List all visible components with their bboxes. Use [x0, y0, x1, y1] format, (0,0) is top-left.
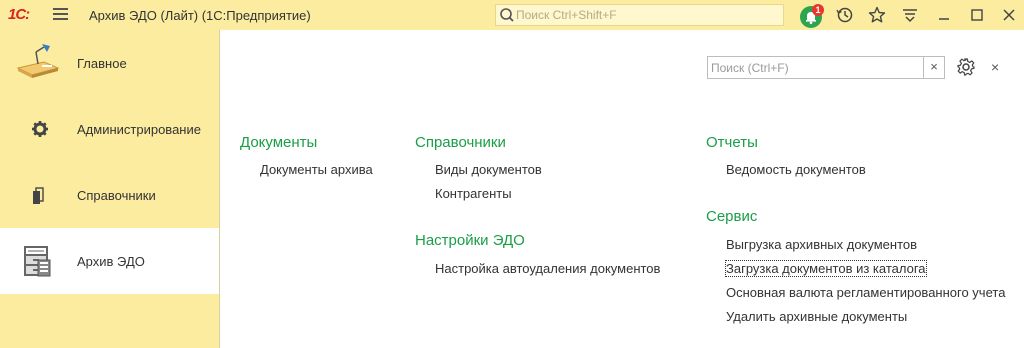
- link-delete-archive-documents[interactable]: Удалить архивные документы: [726, 309, 907, 324]
- section-search-input[interactable]: [711, 60, 923, 76]
- link-counterparties[interactable]: Контрагенты: [435, 186, 512, 201]
- app-logo: 1С:: [8, 6, 30, 23]
- settings-gear-icon[interactable]: [957, 58, 975, 76]
- link-export-archive-documents[interactable]: Выгрузка архивных документов: [726, 237, 917, 252]
- link-import-documents-from-folder[interactable]: Загрузка документов из каталога: [725, 260, 927, 277]
- history-icon[interactable]: [836, 6, 854, 24]
- maximize-icon[interactable]: [968, 6, 986, 24]
- sidebar-item-label: Администрирование: [77, 122, 201, 137]
- global-search-box[interactable]: [495, 4, 784, 26]
- window-title: Архив ЭДО (Лайт) (1С:Предприятие): [89, 8, 311, 23]
- sections-panel: Главное Администрирование Справочники Ар…: [0, 30, 219, 348]
- gear-icon: [32, 121, 48, 137]
- section-title-service: Сервис: [706, 208, 758, 225]
- archive-cabinet-icon: [24, 246, 51, 277]
- menu-icon[interactable]: [53, 8, 68, 21]
- sidebar-item-label: Главное: [77, 56, 127, 71]
- section-title-edo-settings: Настройки ЭДО: [415, 232, 525, 249]
- sidebar-item-main[interactable]: Главное: [0, 30, 219, 96]
- sidebar-item-label: Справочники: [77, 188, 156, 203]
- section-title-reports: Отчеты: [706, 134, 758, 151]
- link-archive-documents[interactable]: Документы архива: [260, 162, 373, 177]
- section-title-documents: Документы: [240, 134, 318, 151]
- link-documents-statement[interactable]: Ведомость документов: [726, 162, 866, 177]
- title-bar: 1С: Архив ЭДО (Лайт) (1С:Предприятие) 1: [0, 0, 1024, 30]
- section-title-references: Справочники: [415, 134, 506, 151]
- notification-count: 1: [815, 5, 820, 15]
- sidebar-item-administration[interactable]: Администрирование: [0, 96, 219, 162]
- main-desk-icon: [16, 44, 60, 78]
- window-close-icon[interactable]: [1000, 6, 1018, 24]
- notifications-bell-icon[interactable]: 1: [799, 3, 825, 29]
- search-clear-button[interactable]: ×: [923, 57, 944, 78]
- section-panel: × × Документы Документы архива Справочни…: [219, 30, 1024, 348]
- sidebar-item-references[interactable]: Справочники: [0, 162, 219, 228]
- sidebar-item-label: Архив ЭДО: [77, 254, 145, 269]
- section-search-box[interactable]: ×: [707, 56, 945, 79]
- global-search-input[interactable]: [516, 7, 776, 23]
- favorites-star-icon[interactable]: [868, 6, 886, 24]
- link-document-types[interactable]: Виды документов: [435, 162, 542, 177]
- search-icon: [500, 8, 514, 22]
- panel-close-button[interactable]: ×: [991, 60, 999, 74]
- link-auto-delete-settings[interactable]: Настройка автоудаления документов: [435, 261, 660, 276]
- link-main-regulated-currency[interactable]: Основная валюта регламентированного учет…: [726, 285, 1005, 300]
- sidebar-item-edo-archive[interactable]: Архив ЭДО: [0, 228, 219, 294]
- books-icon: [33, 187, 44, 204]
- minimize-icon[interactable]: [935, 6, 953, 24]
- settings-menu-icon[interactable]: [901, 6, 919, 24]
